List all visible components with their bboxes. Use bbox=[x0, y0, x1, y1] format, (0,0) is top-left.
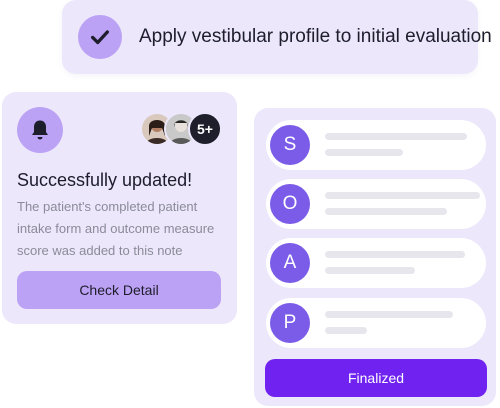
stage: Apply vestibular profile to initial eval… bbox=[0, 0, 500, 408]
placeholder-line bbox=[325, 267, 415, 274]
soap-letter-badge: P bbox=[270, 303, 310, 343]
soap-item-a[interactable]: A bbox=[266, 238, 486, 288]
placeholder-line bbox=[325, 311, 453, 318]
soap-item-s[interactable]: S bbox=[266, 120, 486, 170]
soap-letter-badge: A bbox=[270, 243, 310, 283]
placeholder-line bbox=[325, 251, 465, 258]
soap-letter-badge: O bbox=[270, 184, 310, 224]
soap-note-card: S O A P Finalized bbox=[254, 108, 496, 406]
banner-text: Apply vestibular profile to initial eval… bbox=[139, 26, 492, 47]
placeholder-line bbox=[325, 149, 403, 156]
apply-profile-banner[interactable]: Apply vestibular profile to initial eval… bbox=[62, 0, 492, 74]
check-detail-button[interactable]: Check Detail bbox=[17, 271, 221, 309]
placeholder-line bbox=[325, 133, 467, 140]
placeholder-line bbox=[325, 208, 447, 215]
placeholder-line bbox=[325, 192, 480, 199]
notification-card: 5+ Successfully updated! The patient's c… bbox=[2, 92, 237, 324]
soap-letter-badge: S bbox=[270, 125, 310, 165]
soap-item-p[interactable]: P bbox=[266, 298, 486, 348]
avatar-group: 5+ bbox=[140, 112, 222, 146]
more-avatars-badge[interactable]: 5+ bbox=[188, 112, 222, 146]
placeholder-line bbox=[325, 327, 367, 334]
soap-item-o[interactable]: O bbox=[266, 179, 486, 229]
finalized-button[interactable]: Finalized bbox=[265, 359, 487, 397]
check-icon bbox=[78, 15, 122, 59]
notification-description: The patient's completed patient intake f… bbox=[17, 199, 215, 258]
bell-icon bbox=[17, 107, 63, 153]
notification-title: Successfully updated! bbox=[17, 170, 193, 190]
